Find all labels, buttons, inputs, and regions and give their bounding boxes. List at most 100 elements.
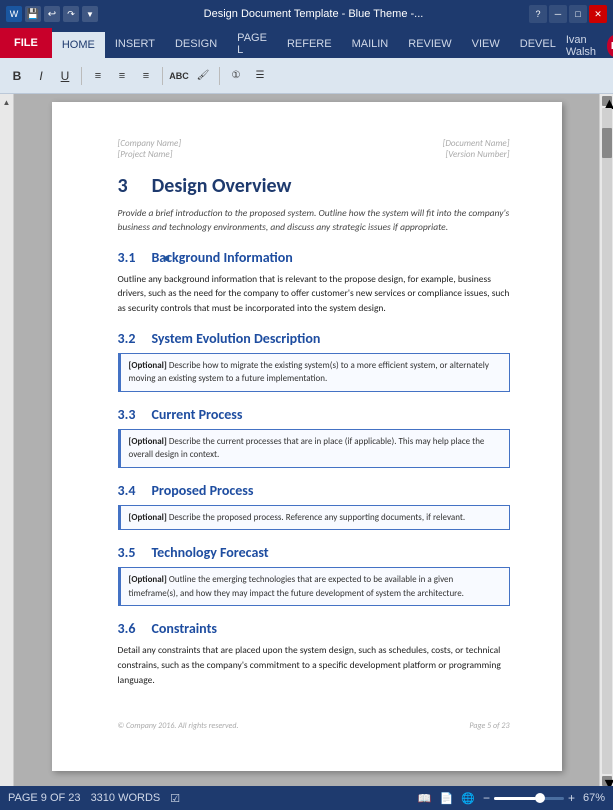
scroll-down-button[interactable]: ▼: [602, 776, 612, 786]
window-controls: ? ─ □ ✕: [529, 5, 607, 23]
list-button[interactable]: ☰: [249, 65, 271, 87]
zoom-plus-icon[interactable]: +: [568, 791, 575, 805]
zoom-track[interactable]: [494, 797, 564, 800]
section-3-6-body: Detail any constraints that are placed u…: [118, 643, 510, 687]
spell-check-button[interactable]: ABC: [168, 65, 190, 87]
minimize-button[interactable]: ─: [549, 5, 567, 23]
page-info: PAGE 9 OF 23: [8, 792, 81, 804]
tab-design[interactable]: DESIGN: [165, 30, 227, 58]
status-bar: PAGE 9 OF 23 3310 WORDS ☑ 📖 📄 🌐 − + 67%: [0, 786, 613, 810]
help-button[interactable]: ?: [529, 5, 547, 23]
section-3-number: 3: [118, 174, 128, 198]
ruler-up-arrow[interactable]: ▲: [3, 98, 11, 107]
align-right-button[interactable]: ≡: [135, 65, 157, 87]
scroll-up-button[interactable]: ▲: [602, 96, 612, 106]
content-wrapper: ▲ [Company Name] [Project Name] [Documen…: [0, 94, 613, 786]
window-title: Design Document Template - Blue Theme -.…: [102, 8, 525, 20]
optional-label-3-2: [Optional]: [129, 360, 167, 371]
section-3-1-heading: 3.1 Background Information: [118, 249, 510, 266]
close-button[interactable]: ✕: [589, 5, 607, 23]
user-avatar[interactable]: K: [607, 35, 613, 57]
tab-view[interactable]: VIEW: [462, 30, 510, 58]
section-3-5-heading: 3.5 Technology Forecast: [118, 544, 510, 561]
scroll-area[interactable]: [Company Name] [Project Name] [Document …: [14, 94, 599, 786]
version-number: [Version Number]: [443, 149, 510, 160]
section-3-3-optional: [Optional] Describe the current processe…: [118, 429, 510, 468]
section-3-intro: Provide a brief introduction to the prop…: [118, 206, 510, 235]
header-left: [Company Name] [Project Name]: [118, 138, 182, 160]
section-mark-3-1: ◀: [162, 251, 170, 264]
scrollbar-right: ▲ ▼: [599, 94, 613, 786]
tab-page-layout[interactable]: PAGE L: [227, 30, 277, 58]
section-3-2-number: 3.2: [118, 330, 136, 347]
section-3-4-optional-text: Describe the proposed process. Reference…: [169, 512, 465, 523]
underline-button[interactable]: U: [54, 65, 76, 87]
numbering-button[interactable]: ①: [225, 65, 247, 87]
section-3-4-heading: 3.4 Proposed Process: [118, 482, 510, 499]
section-3-5-optional-text: Outline the emerging technologies that a…: [129, 574, 464, 599]
bold-button[interactable]: B: [6, 65, 28, 87]
zoom-minus-icon[interactable]: −: [483, 791, 490, 805]
section-3-5-number: 3.5: [118, 544, 136, 561]
section-3-6-number: 3.6: [118, 620, 136, 637]
zoom-slider[interactable]: − +: [483, 791, 575, 805]
toolbar-separator-3: [219, 67, 220, 85]
tab-developer[interactable]: DEVEL: [510, 30, 566, 58]
redo-quick-icon[interactable]: ↷: [63, 6, 79, 22]
optional-label-3-4: [Optional]: [129, 512, 167, 523]
company-name: [Company Name]: [118, 138, 182, 149]
section-3-6-heading: 3.6 Constraints: [118, 620, 510, 637]
zoom-thumb[interactable]: [535, 793, 545, 803]
project-name: [Project Name]: [118, 149, 182, 160]
align-left-button[interactable]: ≡: [87, 65, 109, 87]
section-3-title: Design Overview: [152, 174, 292, 198]
tab-file[interactable]: FILE: [0, 28, 52, 58]
ribbon-tabs: FILE HOME INSERT DESIGN PAGE L REFERE MA…: [0, 28, 613, 58]
section-3-3-number: 3.3: [118, 406, 136, 423]
section-3-2-heading: 3.2 System Evolution Description: [118, 330, 510, 347]
scroll-thumb[interactable]: [602, 128, 612, 158]
undo-quick-icon[interactable]: ↩: [44, 6, 60, 22]
section-3-3-optional-text: Describe the current processes that are …: [129, 436, 485, 461]
user-name: Ivan Walsh: [566, 34, 603, 58]
section-3-2-title: System Evolution Description: [151, 330, 320, 347]
tab-home[interactable]: HOME: [52, 30, 105, 58]
section-3-5-title: Technology Forecast: [151, 544, 268, 561]
format-painter-button[interactable]: 🖌: [192, 65, 214, 87]
optional-label-3-3: [Optional]: [129, 436, 167, 447]
section-3-4-number: 3.4: [118, 482, 136, 499]
tab-mailings[interactable]: MAILIN: [342, 30, 399, 58]
read-mode-icon[interactable]: 📖: [418, 792, 432, 805]
section-3-1-container: ◀ 3.1 Background Information: [118, 249, 510, 266]
section-3-2-optional: [Optional] Describe how to migrate the e…: [118, 353, 510, 392]
language-icon[interactable]: ☑: [170, 792, 180, 805]
scroll-track[interactable]: [602, 108, 612, 774]
optional-label-3-5: [Optional]: [129, 574, 167, 585]
tab-insert[interactable]: INSERT: [105, 30, 165, 58]
status-bar-right: 📖 📄 🌐 − + 67%: [418, 791, 605, 805]
web-layout-icon[interactable]: 🌐: [461, 792, 475, 805]
align-center-button[interactable]: ≡: [111, 65, 133, 87]
toolbar: B I U ≡ ≡ ≡ ABC 🖌 ① ☰: [0, 58, 613, 94]
toolbar-separator-2: [162, 67, 163, 85]
zoom-percent[interactable]: 67%: [583, 792, 605, 804]
section-3-3-heading: 3.3 Current Process: [118, 406, 510, 423]
footer-right: Page 5 of 23: [469, 721, 509, 731]
section-3-5-optional: [Optional] Outline the emerging technolo…: [118, 567, 510, 606]
save-quick-icon[interactable]: 💾: [25, 6, 41, 22]
italic-button[interactable]: I: [30, 65, 52, 87]
status-bar-left: PAGE 9 OF 23 3310 WORDS ☑: [8, 792, 180, 805]
tab-review[interactable]: REVIEW: [398, 30, 461, 58]
section-3-1-number: 3.1: [118, 249, 136, 266]
header-right: [Document Name] [Version Number]: [443, 138, 510, 160]
tab-references[interactable]: REFERE: [277, 30, 342, 58]
user-area: Ivan Walsh K: [566, 34, 613, 58]
document-name: [Document Name]: [443, 138, 510, 149]
footer-left: © Company 2016. All rights reserved.: [118, 721, 239, 731]
section-3-4-title: Proposed Process: [151, 482, 253, 499]
maximize-button[interactable]: □: [569, 5, 587, 23]
customize-icon[interactable]: ▼: [82, 6, 98, 22]
word-count: 3310 WORDS: [91, 792, 161, 804]
section-3-6-title: Constraints: [151, 620, 217, 637]
print-layout-icon[interactable]: 📄: [440, 792, 454, 805]
